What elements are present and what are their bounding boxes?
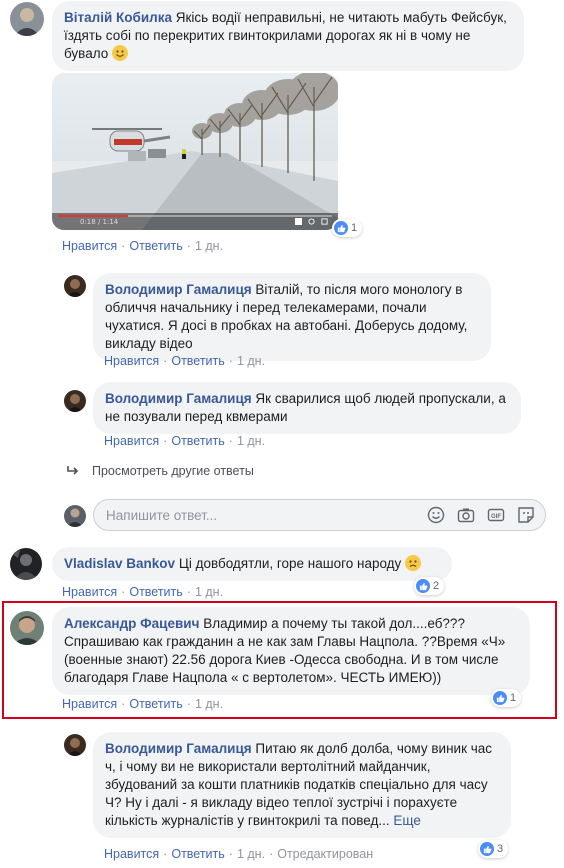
- comment-actions: Нравится · Ответить · 1 дн.: [104, 434, 266, 448]
- reaction-count[interactable]: 1: [491, 689, 522, 707]
- avatar: [64, 505, 86, 527]
- comment-author[interactable]: Володимир Гамалиця: [105, 741, 252, 756]
- gif-icon[interactable]: GIF: [487, 506, 505, 524]
- like-icon: [493, 691, 507, 705]
- svg-text:GIF: GIF: [491, 514, 501, 520]
- edited-label[interactable]: Отредактирован: [277, 847, 373, 861]
- camera-icon[interactable]: [457, 506, 475, 524]
- reply-button[interactable]: Ответить: [129, 239, 182, 253]
- timestamp[interactable]: 1 дн.: [195, 585, 223, 599]
- view-more-replies[interactable]: Просмотреть другие ответы: [66, 464, 254, 478]
- avatar[interactable]: [10, 2, 44, 36]
- comment-author[interactable]: Віталій Кобилка: [64, 10, 172, 25]
- reply-volodymyr-3: Володимир Гамалиця Питаю як долб долба, …: [0, 728, 564, 868]
- reaction-count[interactable]: 3: [478, 840, 509, 858]
- reply-volodymyr-1: Володимир Гамалиця Віталій, то після мог…: [0, 265, 564, 375]
- comment-author[interactable]: Александр Фацевич: [64, 616, 199, 631]
- comment-bubble: Александр Фацевич Владимир а почему ты т…: [52, 607, 530, 695]
- like-button[interactable]: Нравится: [104, 847, 159, 861]
- reply-composer: Напишите ответ... GIF: [0, 496, 564, 536]
- reply-volodymyr-2: Володимир Гамалиця Як сварилися щоб люде…: [0, 380, 564, 450]
- reply-button[interactable]: Ответить: [171, 434, 224, 448]
- reply-button[interactable]: Ответить: [129, 585, 182, 599]
- reaction-count[interactable]: 1: [332, 219, 363, 237]
- comment-bubble: Володимир Гамалиця Віталій, то після мог…: [93, 273, 491, 361]
- timestamp[interactable]: 1 дн.: [237, 434, 265, 448]
- like-button[interactable]: Нравится: [104, 354, 159, 368]
- avatar[interactable]: [10, 611, 44, 645]
- view-more-replies-label: Просмотреть другие ответы: [92, 464, 254, 478]
- comment-author[interactable]: Vladislav Bankov: [64, 556, 175, 571]
- reply-button[interactable]: Ответить: [171, 354, 224, 368]
- comment-actions: Нравится · Ответить · 1 дн.: [62, 697, 224, 711]
- comment-bubble: Володимир Гамалиця Питаю як долб долба, …: [93, 732, 511, 838]
- like-icon: [480, 842, 494, 856]
- reaction-count-text: 1: [351, 222, 358, 234]
- reaction-count[interactable]: 2: [414, 577, 445, 595]
- reply-input[interactable]: Напишите ответ... GIF: [93, 499, 546, 531]
- reaction-count-text: 2: [433, 580, 440, 592]
- emoji-icon[interactable]: [427, 506, 445, 524]
- reply-button[interactable]: Ответить: [129, 697, 182, 711]
- sad-emoji-icon: [405, 555, 422, 571]
- comment-text: Ці довбодятли, горе нашого народу: [178, 556, 402, 571]
- like-button[interactable]: Нравится: [104, 434, 159, 448]
- timestamp[interactable]: 1 дн.: [237, 847, 265, 861]
- reaction-count-text: 3: [497, 843, 504, 855]
- like-button[interactable]: Нравится: [62, 585, 117, 599]
- sticker-icon[interactable]: [517, 506, 535, 524]
- reply-button[interactable]: Ответить: [171, 847, 224, 861]
- smile-emoji-icon: [112, 45, 129, 61]
- timestamp[interactable]: 1 дн.: [237, 354, 265, 368]
- avatar[interactable]: [64, 390, 86, 412]
- avatar[interactable]: [64, 275, 86, 297]
- comment-actions: Нравится · Ответить · 1 дн.: [104, 354, 266, 368]
- avatar[interactable]: [64, 734, 86, 756]
- comment-bubble: Vladislav Bankov Ці довбодятли, горе наш…: [52, 547, 452, 581]
- video-thumbnail[interactable]: 0:18 / 1:14: [52, 73, 338, 230]
- like-icon: [416, 579, 430, 593]
- see-more-link[interactable]: Еще: [393, 813, 420, 828]
- like-icon: [334, 221, 348, 235]
- comment-actions: Нравится · Ответить · 1 дн.: [62, 585, 224, 599]
- comment-actions: Нравится · Ответить · 1 дн. · Отредактирован: [104, 847, 374, 861]
- comment-aleksandr: Александр Фацевич Владимир а почему ты т…: [0, 603, 564, 717]
- comment-vladislav: Vladislav Bankov Ці довбодятли, горе наш…: [0, 542, 564, 602]
- comment-author[interactable]: Володимир Гамалиця: [105, 282, 252, 297]
- comment-actions: Нравится · Ответить · 1 дн.: [62, 239, 224, 253]
- comment-vitaliy: Віталій Кобилка Якісь водії неправильні,…: [0, 0, 564, 260]
- comment-bubble: Віталій Кобилка Якісь водії неправильні,…: [52, 1, 524, 71]
- reaction-count-text: 1: [510, 692, 517, 704]
- comment-author[interactable]: Володимир Гамалиця: [105, 391, 252, 406]
- timestamp[interactable]: 1 дн.: [195, 239, 223, 253]
- comment-bubble: Володимир Гамалиця Як сварилися щоб люде…: [93, 382, 521, 434]
- timestamp[interactable]: 1 дн.: [195, 697, 223, 711]
- like-button[interactable]: Нравится: [62, 239, 117, 253]
- avatar[interactable]: [10, 548, 42, 580]
- reply-arrow-icon: [67, 466, 79, 475]
- video-controls[interactable]: [295, 218, 328, 225]
- like-button[interactable]: Нравится: [62, 697, 117, 711]
- reply-input-placeholder: Напишите ответ...: [106, 508, 218, 523]
- video-time: 0:18 / 1:14: [80, 218, 119, 226]
